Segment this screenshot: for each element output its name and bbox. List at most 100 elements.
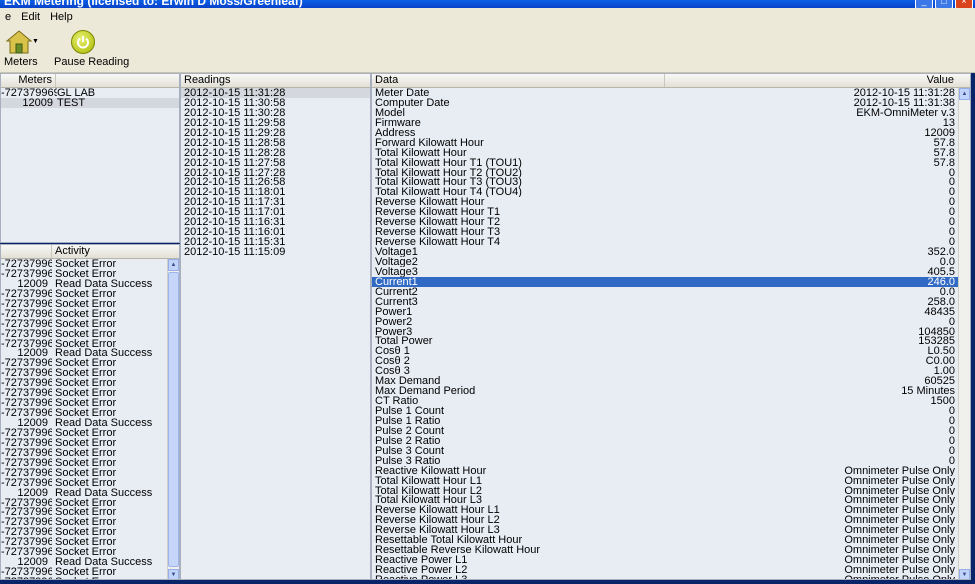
activity-row[interactable]: 12009 Read Data Success (1, 279, 179, 289)
data-row[interactable]: Reverse Kilowatt Hour T3 0 (372, 227, 958, 237)
data-row[interactable]: Reverse Kilowatt Hour T1 0 (372, 207, 958, 217)
activity-row[interactable]: -727379969Socket Error (1, 299, 179, 309)
meters-name-col-header[interactable] (56, 74, 179, 87)
meters-col-header[interactable]: Meters (1, 74, 56, 87)
activity-row[interactable]: -727379969Socket Error (1, 537, 179, 547)
data-row[interactable]: Total Kilowatt Hour L3 Omnimeter Pulse On… (372, 495, 958, 505)
activity-row[interactable]: -727379969Socket Error (1, 458, 179, 468)
data-row[interactable]: Forward Kilowatt Hour 57.8 (372, 138, 958, 148)
data-row[interactable]: Pulse 3 Ratio 0 (372, 456, 958, 466)
activity-row[interactable]: -727379969Socket Error (1, 388, 179, 398)
activity-id-col-header[interactable] (1, 245, 52, 258)
reading-row[interactable]: 2012-10-15 11:16:01 (181, 227, 370, 237)
activity-row[interactable]: -727379969Socket Error (1, 478, 179, 488)
data-row[interactable]: Total Kilowatt Hour T2 (TOU2) 0 (372, 168, 958, 178)
data-row[interactable]: Firmware 13 (372, 118, 958, 128)
data-row[interactable]: Reverse Kilowatt Hour L2 Omnimeter Pulse … (372, 515, 958, 525)
activity-row[interactable]: -727379969Socket Error (1, 507, 179, 517)
data-row[interactable]: Meter Date 2012-10-15 11:31:28 (372, 88, 958, 98)
activity-row[interactable]: -727379969Socket Error (1, 438, 179, 448)
scroll-thumb[interactable] (168, 272, 179, 567)
data-scrollbar[interactable]: ▲ ▼ (958, 88, 970, 579)
data-row[interactable]: Total Kilowatt Hour T3 (TOU3) 0 (372, 177, 958, 187)
reading-row[interactable]: 2012-10-15 11:31:28 (181, 88, 370, 98)
activity-row[interactable]: -727379969Socket Error (1, 259, 179, 269)
data-row[interactable]: Total Kilowatt Hour T1 (TOU1) 57.8 (372, 158, 958, 168)
data-row[interactable]: Voltage1 352.0 (372, 247, 958, 257)
meter-row[interactable]: 12009 TEST (1, 97, 179, 108)
data-row[interactable]: Cosθ 1 L0.50 (372, 346, 958, 356)
activity-scrollbar[interactable]: ▲ ▼ (167, 259, 179, 579)
activity-row[interactable]: -727379969Socket Error (1, 329, 179, 339)
maximize-button[interactable]: □ (935, 0, 953, 8)
data-row[interactable]: Reverse Kilowatt Hour L3 Omnimeter Pulse … (372, 525, 958, 535)
activity-row[interactable]: -727379969Socket Error (1, 547, 179, 557)
data-value-col-header[interactable]: Value (665, 74, 970, 87)
data-row[interactable]: Power1 48435 (372, 307, 958, 317)
data-row[interactable]: Pulse 1 Count 0 (372, 406, 958, 416)
data-row[interactable]: Cosθ 3 1.00 (372, 366, 958, 376)
data-row[interactable]: Model EKM-OmniMeter v.3 (372, 108, 958, 118)
activity-row[interactable]: -727379969Socket Error (1, 517, 179, 527)
data-row[interactable]: Total Kilowatt Hour L1 Omnimeter Pulse On… (372, 476, 958, 486)
activity-row[interactable]: -727379969Socket Error (1, 567, 179, 577)
data-row[interactable]: Resettable Total Kilowatt Hour Omnimeter … (372, 535, 958, 545)
scroll-down-icon[interactable]: ▼ (959, 569, 970, 579)
reading-row[interactable]: 2012-10-15 11:17:01 (181, 207, 370, 217)
meters-button[interactable]: ▼ Meters (4, 30, 39, 68)
activity-row[interactable]: -727379969Socket Error (1, 269, 179, 279)
data-row[interactable]: Voltage3 405.5 (372, 267, 958, 277)
readings-col-header[interactable]: Readings (181, 74, 233, 87)
data-row[interactable]: Total Kilowatt Hour L2 Omnimeter Pulse On… (372, 486, 958, 496)
close-button[interactable]: × (955, 0, 973, 8)
activity-row[interactable]: -727379969Socket Error (1, 309, 179, 319)
activity-row[interactable]: 12009 Read Data Success (1, 557, 179, 567)
data-name-col-header[interactable]: Data (372, 74, 665, 87)
activity-row[interactable]: 12009 Read Data Success (1, 348, 179, 358)
data-row[interactable]: Computer Date 2012-10-15 11:31:38 (372, 98, 958, 108)
activity-row[interactable]: -727379969Socket Error (1, 448, 179, 458)
scroll-down-icon[interactable]: ▼ (168, 569, 179, 579)
activity-col-header[interactable]: Activity (52, 245, 179, 258)
activity-row[interactable]: -727379969Socket Error (1, 319, 179, 329)
data-row[interactable]: Reactive Power L1 Omnimeter Pulse Only (372, 555, 958, 565)
data-row[interactable]: Power2 0 (372, 317, 958, 327)
data-row[interactable]: Pulse 2 Count 0 (372, 426, 958, 436)
minimize-button[interactable]: _ (915, 0, 933, 8)
data-row[interactable]: Current1 246.0 (372, 276, 958, 287)
data-row[interactable]: Pulse 3 Count 0 (372, 446, 958, 456)
activity-row[interactable]: -727379969Socket Error (1, 289, 179, 299)
activity-row[interactable]: -727379969Socket Error (1, 408, 179, 418)
reading-row[interactable]: 2012-10-15 11:28:28 (181, 148, 370, 158)
data-row[interactable]: Max Demand 60525 (372, 376, 958, 386)
activity-row[interactable]: -727379969Socket Error (1, 527, 179, 537)
data-row[interactable]: Reverse Kilowatt Hour T4 0 (372, 237, 958, 247)
data-row[interactable]: Voltage2 0.0 (372, 257, 958, 267)
data-row[interactable]: Current2 0.0 (372, 287, 958, 297)
data-row[interactable]: Power3 104850 (372, 327, 958, 337)
reading-row[interactable]: 2012-10-15 11:27:28 (181, 168, 370, 178)
activity-row[interactable]: 12009 Read Data Success (1, 418, 179, 428)
scroll-up-icon[interactable]: ▲ (959, 88, 970, 100)
activity-row[interactable]: -727379969Socket Error (1, 398, 179, 408)
meter-row[interactable]: -727379969 GL LAB (1, 88, 179, 98)
activity-row[interactable]: -727379969Socket Error (1, 378, 179, 388)
activity-row[interactable]: -727379969Socket Error (1, 339, 179, 349)
data-row[interactable]: Reactive Kilowatt Hour Omnimeter Pulse On… (372, 466, 958, 476)
reading-row[interactable]: 2012-10-15 11:29:58 (181, 118, 370, 128)
data-row[interactable]: Address 12009 (372, 128, 958, 138)
reading-row[interactable]: 2012-10-15 11:30:28 (181, 108, 370, 118)
data-row[interactable]: Total Power 153285 (372, 336, 958, 346)
reading-row[interactable]: 2012-10-15 11:29:28 (181, 128, 370, 138)
activity-row[interactable]: -727379969Socket Error (1, 358, 179, 368)
activity-row[interactable]: -727379969Socket Error (1, 577, 179, 579)
reading-row[interactable]: 2012-10-15 11:17:31 (181, 197, 370, 207)
activity-row[interactable]: -727379969Socket Error (1, 368, 179, 378)
activity-row[interactable]: -727379969Socket Error (1, 468, 179, 478)
data-row[interactable]: Reverse Kilowatt Hour T2 0 (372, 217, 958, 227)
pause-reading-button[interactable]: Pause Reading (54, 30, 129, 68)
data-row[interactable]: CT Ratio 1500 (372, 396, 958, 406)
data-row[interactable]: Cosθ 2 C0.00 (372, 356, 958, 366)
activity-row[interactable]: -727379969Socket Error (1, 428, 179, 438)
data-row[interactable]: Current3 258.0 (372, 297, 958, 307)
